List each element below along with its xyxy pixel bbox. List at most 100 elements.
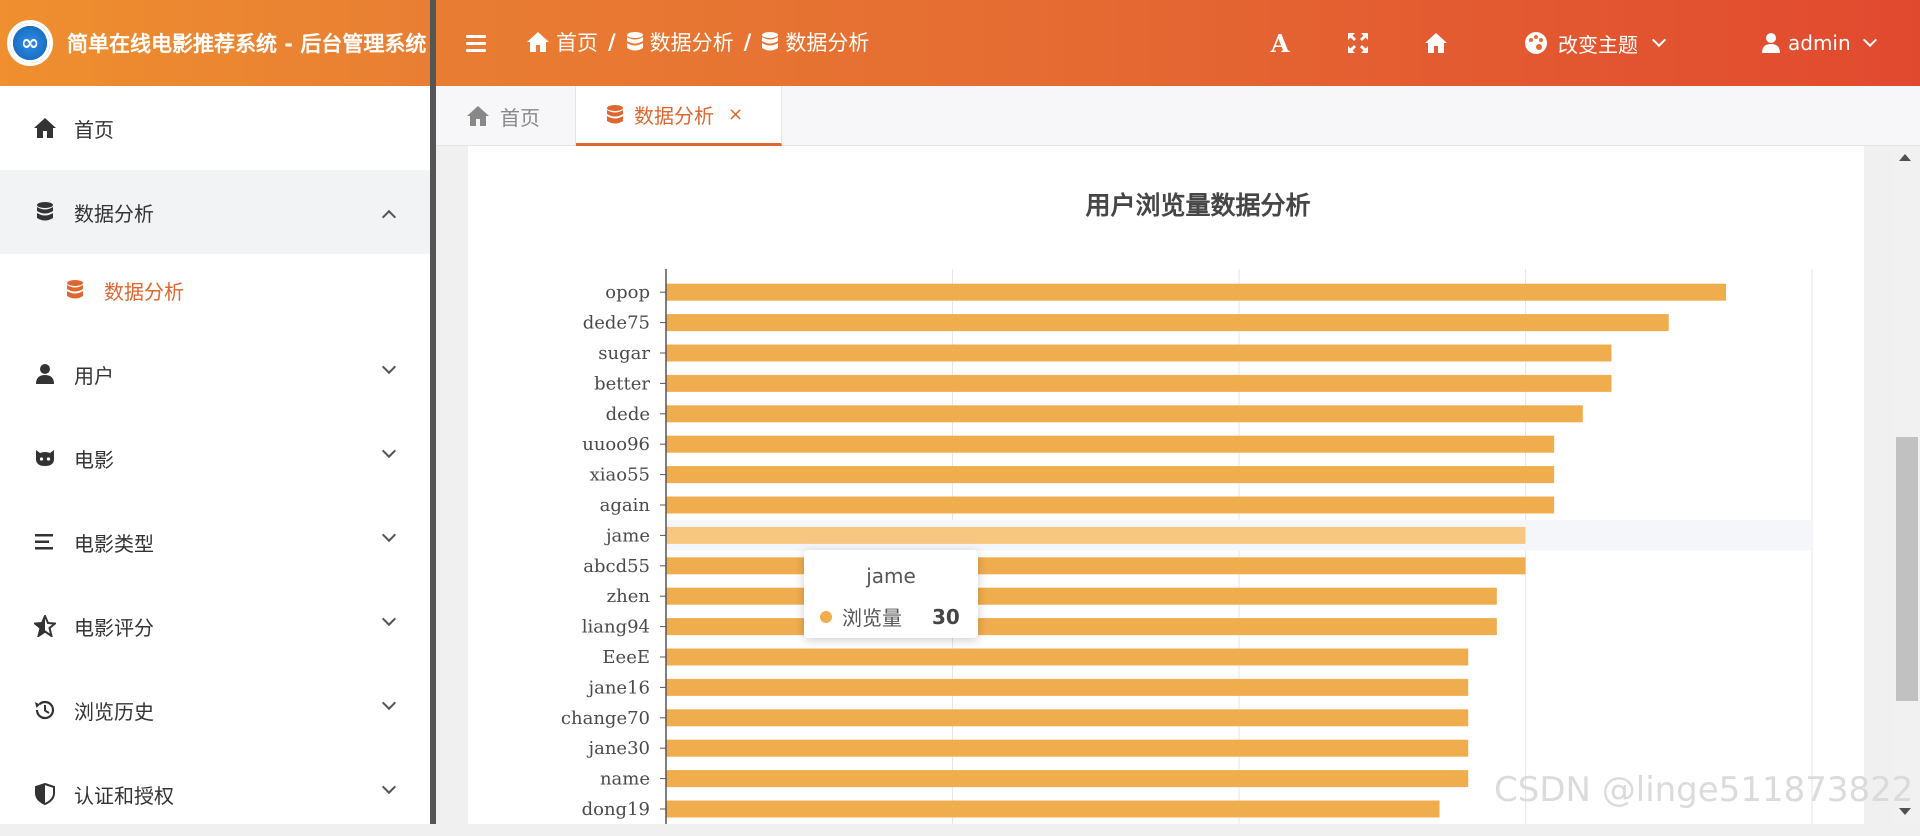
sidebar-item-label: 用户 bbox=[74, 363, 114, 388]
history-icon bbox=[32, 699, 58, 721]
y-tick-label: liang94 bbox=[582, 617, 650, 638]
theme-label: 改变主题 bbox=[1558, 32, 1638, 57]
bar bbox=[666, 648, 1469, 666]
tab-label: 数据分析 bbox=[634, 104, 714, 128]
bar bbox=[666, 587, 1497, 605]
sidebar-item-auth[interactable]: 认证和授权 bbox=[0, 752, 430, 836]
palette-icon bbox=[1525, 32, 1547, 54]
y-tick-label: opop bbox=[605, 282, 650, 303]
tab-home[interactable]: 首页 bbox=[436, 86, 576, 146]
sidebar-item-movie-type[interactable]: 电影类型 bbox=[0, 500, 430, 584]
bar bbox=[666, 709, 1469, 727]
bar bbox=[666, 526, 1526, 544]
breadcrumb-home[interactable]: 首页 bbox=[526, 27, 598, 57]
y-tick-label: sugar bbox=[598, 343, 650, 364]
user-icon bbox=[32, 363, 58, 385]
tab-bar: 首页 数据分析 × bbox=[436, 86, 1920, 146]
tooltip-row: 浏览量 30 bbox=[820, 602, 960, 631]
breadcrumb-label: 首页 bbox=[556, 31, 598, 55]
tooltip-series-name: 浏览量 bbox=[842, 606, 902, 630]
y-tick-label: uuoo96 bbox=[582, 434, 650, 455]
bar bbox=[666, 739, 1469, 757]
scrollbar-thumb[interactable] bbox=[1896, 437, 1918, 701]
database-icon bbox=[762, 32, 779, 51]
logo-glyph: ∞ bbox=[20, 30, 40, 56]
chevron-down-icon bbox=[381, 527, 397, 543]
database-icon bbox=[32, 201, 58, 223]
sidebar-item-label: 数据分析 bbox=[104, 279, 184, 304]
top-header: ∞ 简单在线电影推荐系统 - 后台管理系统 首页 / 数据分析 / 数据分析 A bbox=[0, 0, 1920, 86]
home-icon bbox=[467, 106, 489, 126]
bar bbox=[666, 800, 1440, 818]
sidebar-item-history[interactable]: 浏览历史 bbox=[0, 668, 430, 752]
scroll-up-arrow-icon[interactable] bbox=[1899, 154, 1911, 161]
close-icon[interactable]: × bbox=[728, 104, 743, 125]
chart-tooltip: jame 浏览量 30 bbox=[804, 550, 978, 638]
chevron-down-icon bbox=[381, 611, 397, 627]
header-toolbar: A bbox=[1260, 24, 1494, 62]
chevron-down-icon bbox=[1651, 32, 1667, 48]
y-tick-label: dong19 bbox=[582, 799, 650, 820]
series-dot bbox=[820, 610, 832, 623]
chart-title: 用户浏览量数据分析 bbox=[1085, 191, 1311, 220]
sidebar-item-label: 电影类型 bbox=[74, 531, 154, 556]
user-label: admin bbox=[1788, 31, 1851, 55]
y-tick-label: jame bbox=[604, 525, 650, 546]
theme-switch[interactable]: 改变主题 bbox=[1524, 24, 1667, 62]
fullscreen-icon[interactable] bbox=[1338, 24, 1378, 62]
sidebar-item-movie-rating[interactable]: 电影评分 bbox=[0, 584, 430, 668]
y-tick-label: jane30 bbox=[587, 738, 650, 759]
bar bbox=[666, 344, 1612, 362]
sidebar-item-label: 浏览历史 bbox=[74, 699, 154, 724]
sidebar-divider bbox=[430, 0, 436, 824]
app-logo: ∞ bbox=[7, 20, 53, 66]
y-tick-label: jane16 bbox=[587, 677, 650, 698]
y-tick-label: dede75 bbox=[583, 313, 650, 334]
y-tick-label: again bbox=[600, 495, 651, 516]
logo-area: ∞ 简单在线电影推荐系统 - 后台管理系统 bbox=[0, 0, 432, 86]
breadcrumb-separator: / bbox=[608, 30, 616, 54]
sidebar-subitem-data-analysis[interactable]: 数据分析 bbox=[0, 254, 430, 326]
bar bbox=[666, 405, 1583, 423]
tooltip-title: jame bbox=[866, 564, 916, 588]
y-tick-label: dede bbox=[606, 404, 650, 425]
home-icon[interactable] bbox=[1416, 24, 1456, 62]
y-tick-label: name bbox=[600, 769, 650, 790]
database-icon bbox=[626, 32, 643, 51]
home-icon bbox=[527, 32, 549, 52]
breadcrumb-separator: / bbox=[743, 30, 752, 54]
sidebar-item-user[interactable]: 用户 bbox=[0, 332, 430, 416]
chevron-down-icon bbox=[381, 695, 397, 711]
tab-label: 首页 bbox=[500, 105, 540, 130]
breadcrumb-current[interactable]: 数据分析 bbox=[761, 27, 869, 57]
bar bbox=[666, 618, 1497, 636]
star-icon bbox=[32, 615, 58, 637]
sidebar-item-movie[interactable]: 电影 bbox=[0, 416, 430, 500]
y-tick-label: abcd55 bbox=[583, 556, 650, 577]
bar bbox=[666, 496, 1555, 514]
watermark: CSDN @linge511873822 bbox=[1494, 770, 1914, 810]
sidebar-item-home[interactable]: 首页 bbox=[0, 86, 430, 170]
bar bbox=[666, 557, 1526, 575]
font-size-icon[interactable]: A bbox=[1260, 24, 1300, 62]
sidebar: 首页 数据分析 数据分析 用户 电影 电影类型 电影评分 浏览历史 认证和授权 bbox=[0, 86, 430, 824]
list-icon bbox=[32, 533, 58, 551]
shield-icon bbox=[32, 783, 58, 805]
breadcrumb-data-analysis[interactable]: 数据分析 bbox=[626, 27, 734, 57]
sidebar-item-label: 首页 bbox=[74, 117, 114, 142]
sidebar-item-label: 认证和授权 bbox=[74, 783, 174, 808]
breadcrumb-label: 数据分析 bbox=[649, 31, 734, 55]
bar-chart: opop dede75 sugar better dede uuoo96 xiao55 aga… bbox=[561, 269, 1813, 824]
y-tick-label: EeeE bbox=[602, 647, 650, 668]
database-icon bbox=[607, 104, 623, 123]
sidebar-item-label: 数据分析 bbox=[74, 201, 154, 226]
bar bbox=[666, 435, 1555, 453]
menu-toggle-icon[interactable] bbox=[466, 26, 494, 60]
bar bbox=[666, 770, 1469, 788]
y-tick-label: better bbox=[594, 373, 650, 394]
sidebar-item-data-analysis[interactable]: 数据分析 bbox=[0, 170, 430, 254]
user-menu[interactable]: admin bbox=[1762, 24, 1877, 62]
tab-data-analysis[interactable]: 数据分析 × bbox=[576, 86, 782, 146]
breadcrumb-label: 数据分析 bbox=[785, 31, 870, 55]
user-icon bbox=[1762, 33, 1780, 53]
